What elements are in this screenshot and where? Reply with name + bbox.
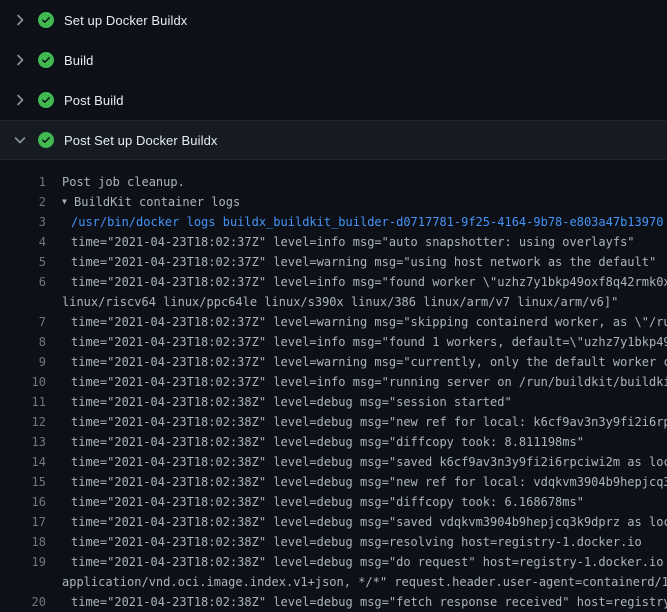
step-title: Build [64, 53, 93, 68]
log-text: time="2021-04-23T18:02:37Z" level=warnin… [62, 312, 667, 332]
log-line: 7 time="2021-04-23T18:02:37Z" level=warn… [0, 312, 667, 332]
line-number[interactable]: 14 [0, 452, 46, 472]
line-number[interactable]: 7 [0, 312, 46, 332]
step-title: Post Build [64, 93, 124, 108]
line-number[interactable]: 17 [0, 512, 46, 532]
line-number-empty [0, 292, 46, 312]
line-number[interactable]: 13 [0, 432, 46, 452]
log-line: 14 time="2021-04-23T18:02:38Z" level=deb… [0, 452, 667, 472]
line-number[interactable]: 6 [0, 272, 46, 292]
success-check-icon [38, 12, 54, 28]
log-line: 13 time="2021-04-23T18:02:38Z" level=deb… [0, 432, 667, 452]
log-text: time="2021-04-23T18:02:37Z" level=info m… [62, 372, 667, 392]
log-text: time="2021-04-23T18:02:37Z" level=info m… [62, 272, 667, 292]
log-text: time="2021-04-23T18:02:38Z" level=debug … [62, 412, 667, 432]
log-text: time="2021-04-23T18:02:38Z" level=debug … [62, 512, 667, 532]
log-line: 11 time="2021-04-23T18:02:38Z" level=deb… [0, 392, 667, 412]
line-number[interactable]: 9 [0, 352, 46, 372]
workflow-log-viewer: Set up Docker Buildx Build Post Build [0, 0, 667, 600]
log-line: 12 time="2021-04-23T18:02:38Z" level=deb… [0, 412, 667, 432]
success-check-icon [38, 132, 54, 148]
chevron-down-icon [12, 132, 28, 148]
log-line: 15 time="2021-04-23T18:02:38Z" level=deb… [0, 472, 667, 492]
log-text: time="2021-04-23T18:02:38Z" level=debug … [62, 432, 584, 452]
line-number[interactable]: 5 [0, 252, 46, 272]
log-text: time="2021-04-23T18:02:38Z" level=debug … [62, 592, 667, 612]
line-number[interactable]: 19 [0, 552, 46, 572]
chevron-right-icon [12, 92, 28, 108]
line-number[interactable]: 4 [0, 232, 46, 252]
log-text: time="2021-04-23T18:02:38Z" level=debug … [62, 452, 667, 472]
log-line: 16 time="2021-04-23T18:02:38Z" level=deb… [0, 492, 667, 512]
chevron-right-icon [12, 52, 28, 68]
step-title: Post Set up Docker Buildx [64, 133, 218, 148]
line-number[interactable]: 3 [0, 212, 46, 232]
step-row[interactable]: Post Build [0, 80, 667, 120]
step-row[interactable]: Set up Docker Buildx [0, 0, 667, 40]
log-line-continuation: application/vnd.oci.image.index.v1+json,… [0, 572, 667, 592]
line-number[interactable]: 16 [0, 492, 46, 512]
log-line: 17 time="2021-04-23T18:02:38Z" level=deb… [0, 512, 667, 532]
log-text: time="2021-04-23T18:02:37Z" level=info m… [62, 332, 667, 352]
log-text: linux/riscv64 linux/ppc64le linux/s390x … [62, 292, 618, 312]
line-number[interactable]: 20 [0, 592, 46, 612]
steps-list: Set up Docker Buildx Build Post Build [0, 0, 667, 160]
line-number[interactable]: 2 [0, 192, 46, 212]
line-number[interactable]: 8 [0, 332, 46, 352]
log-text: application/vnd.oci.image.index.v1+json,… [62, 572, 667, 592]
log-scroll-area[interactable]: 1 Post job cleanup. 2 ▼ BuildKit contain… [0, 160, 667, 612]
log-line: 1 Post job cleanup. [0, 172, 667, 192]
log-line: 3 /usr/bin/docker logs buildx_buildkit_b… [0, 212, 667, 232]
log-text: time="2021-04-23T18:02:37Z" level=warnin… [62, 252, 656, 272]
line-number[interactable]: 11 [0, 392, 46, 412]
log-line: 9 time="2021-04-23T18:02:37Z" level=warn… [0, 352, 667, 372]
line-number[interactable]: 12 [0, 412, 46, 432]
log-text: time="2021-04-23T18:02:37Z" level=warnin… [62, 352, 667, 372]
log-text: time="2021-04-23T18:02:37Z" level=info m… [62, 232, 635, 252]
log-text: time="2021-04-23T18:02:38Z" level=debug … [62, 492, 584, 512]
success-check-icon [38, 92, 54, 108]
log-text: /usr/bin/docker logs buildx_buildkit_bui… [62, 212, 663, 232]
log-line: 5 time="2021-04-23T18:02:37Z" level=warn… [0, 252, 667, 272]
log-line: 10 time="2021-04-23T18:02:37Z" level=inf… [0, 372, 667, 392]
log-line: 2 ▼ BuildKit container logs [0, 192, 667, 212]
chevron-right-icon [12, 12, 28, 28]
group-toggle-icon[interactable]: ▼ [62, 192, 74, 212]
step-title: Set up Docker Buildx [64, 13, 187, 28]
step-row[interactable]: Build [0, 40, 667, 80]
log-line: 18 time="2021-04-23T18:02:38Z" level=deb… [0, 532, 667, 552]
log-text[interactable]: BuildKit container logs [74, 192, 240, 212]
log-text: time="2021-04-23T18:02:38Z" level=debug … [62, 472, 667, 492]
step-row[interactable]: Post Set up Docker Buildx [0, 120, 667, 160]
line-number[interactable]: 1 [0, 172, 46, 192]
log-text: time="2021-04-23T18:02:38Z" level=debug … [62, 532, 642, 552]
log-line: 8 time="2021-04-23T18:02:37Z" level=info… [0, 332, 667, 352]
log-line: 6 time="2021-04-23T18:02:37Z" level=info… [0, 272, 667, 292]
log-text: time="2021-04-23T18:02:38Z" level=debug … [62, 392, 512, 412]
line-number[interactable]: 18 [0, 532, 46, 552]
log-line: 20 time="2021-04-23T18:02:38Z" level=deb… [0, 592, 667, 612]
log-text: Post job cleanup. [62, 172, 185, 192]
success-check-icon [38, 52, 54, 68]
line-number[interactable]: 10 [0, 372, 46, 392]
log-line-continuation: linux/riscv64 linux/ppc64le linux/s390x … [0, 292, 667, 312]
log-text: time="2021-04-23T18:02:38Z" level=debug … [62, 552, 667, 572]
log-line: 19 time="2021-04-23T18:02:38Z" level=deb… [0, 552, 667, 572]
log-line: 4 time="2021-04-23T18:02:37Z" level=info… [0, 232, 667, 252]
line-number-empty [0, 572, 46, 592]
line-number[interactable]: 15 [0, 472, 46, 492]
